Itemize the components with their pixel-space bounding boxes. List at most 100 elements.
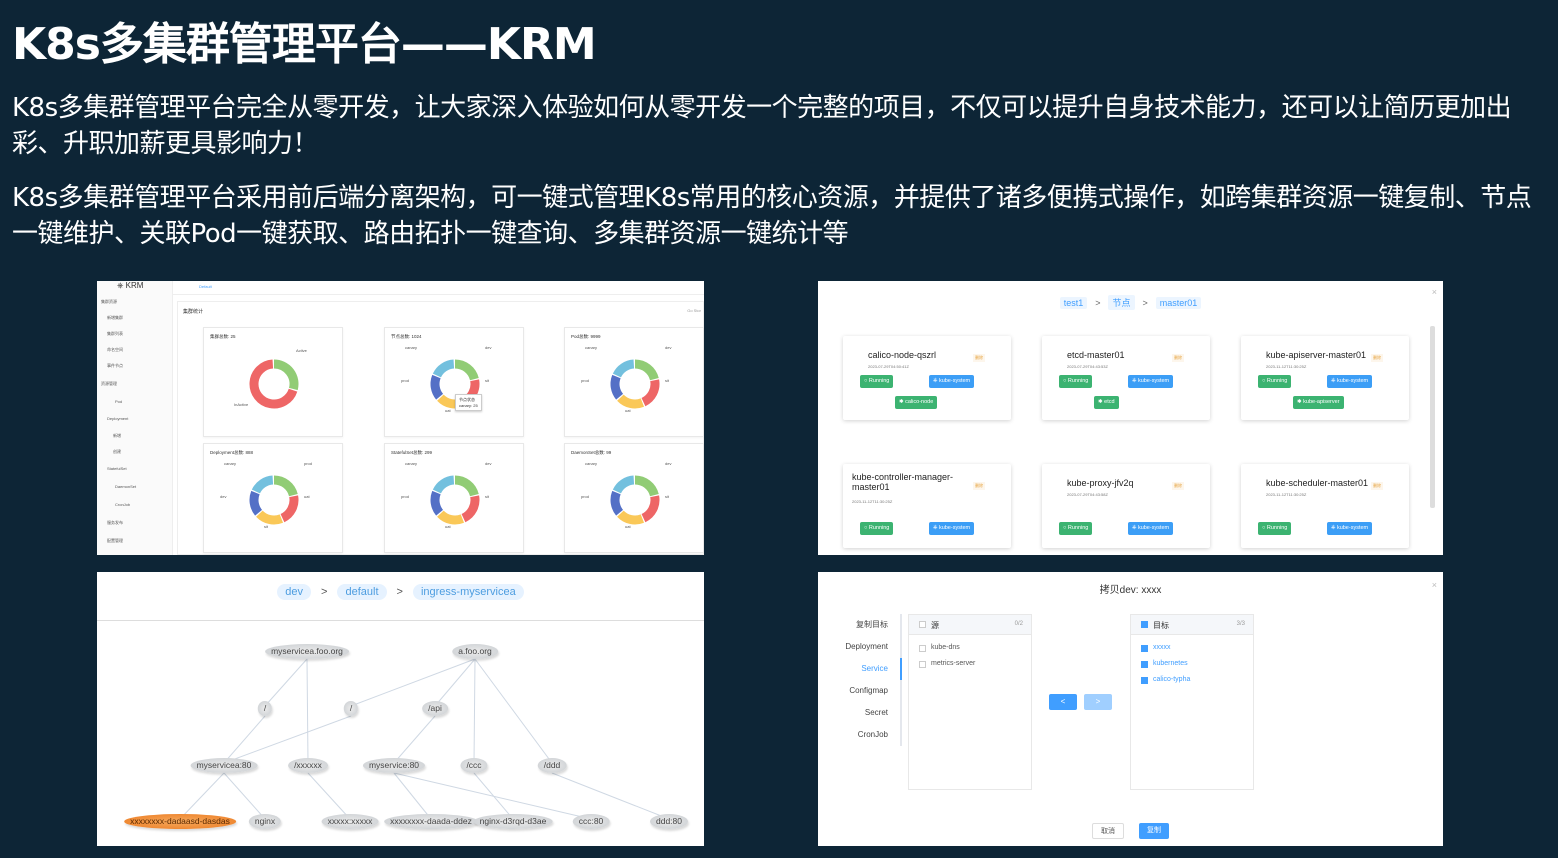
menu-item-cronjob[interactable]: CronJob [818,724,902,746]
topology-node[interactable]: myservicea:80 [190,758,258,773]
chart-label: prod [581,378,590,383]
pod-badge[interactable]: 删除 [973,482,985,490]
status-tag[interactable]: ○ Running [1059,522,1093,535]
close-icon[interactable]: × [1432,580,1437,590]
topology-node[interactable]: nginx-d3rqd-d3ae [473,814,553,829]
pod-card[interactable]: etcd-master01 2023-07-29T04:43:53Z 删除 ○ Run… [1042,336,1210,420]
topology-node[interactable]: ddd:80 [650,814,688,829]
pod-badge[interactable]: 删除 [1172,482,1184,490]
scrollbar[interactable] [1430,326,1435,508]
move-left-button[interactable]: < [1049,694,1077,710]
close-icon[interactable]: × [1432,287,1437,297]
pod-card[interactable]: calico-node-qszrl 2023-07-29T04:50:41Z 删除 ○… [843,336,1011,420]
topology-node[interactable]: /ddd [537,758,567,773]
sidebar-item[interactable]: 新增 [113,433,121,439]
namespace-tag[interactable]: ⎈ kube-system [1327,375,1373,388]
sidebar-item[interactable]: 命名空间 [107,347,123,353]
label-tag[interactable]: ✱ kube-apiserver [1293,396,1344,409]
sidebar-item[interactable]: 配置管理 [107,538,123,544]
label-tag[interactable]: ✱ calico-node [895,396,938,409]
topology-node[interactable]: xxxxx:xxxxx [321,814,379,829]
pod-badge[interactable]: 删除 [1371,354,1383,362]
topology-node[interactable]: /ccc [460,758,488,773]
donut-segment [610,490,624,516]
node-pods-screenshot: test1 > 节点 > master01 × calico-node-qszrl 202… [818,281,1443,555]
source-select-all-checkbox[interactable] [919,621,926,628]
source-item[interactable]: kube-dns [931,644,960,651]
pod-badge[interactable]: 删除 [1172,354,1184,362]
topology-node[interactable]: myservicea.foo.org [265,644,349,659]
topology-edge [393,772,592,820]
namespace-tag[interactable]: ⎈ kube-system [929,375,975,388]
item-checkbox[interactable] [919,645,926,652]
sidebar-item[interactable]: 集群资源 [101,299,117,305]
item-checkbox[interactable] [919,661,926,668]
pod-card[interactable]: kube-controller-manager-master01 2023-11-… [843,464,1011,548]
sidebar-item[interactable]: 事件节点 [107,363,123,369]
menu-item-configmap[interactable]: Configmap [818,680,902,702]
sidebar-item[interactable]: 新增集群 [107,315,123,321]
topology-edge [393,715,436,764]
item-checkbox[interactable] [1141,677,1148,684]
source-count: 0/2 [1014,621,1023,627]
donut-segment [612,359,635,378]
sidebar-item[interactable]: StatefulSet [107,466,127,471]
namespace-tag[interactable]: ⎈ kube-system [1327,522,1373,535]
item-checkbox[interactable] [1141,661,1148,668]
menu-item-secret[interactable]: Secret [818,702,902,724]
sidebar-item[interactable]: Pod [115,399,122,404]
topology-node[interactable]: myservice:80 [362,758,426,773]
topology-screenshot: dev > default > ingress-myservicea myservice… [97,572,704,846]
target-item[interactable]: kubernetes [1153,660,1188,667]
crumb-cluster[interactable]: test1 [1059,297,1088,309]
topology-edge [223,715,352,764]
sidebar-item[interactable]: 创建 [113,449,121,455]
topology-node[interactable]: xxxxxxxx-daada-ddez [384,814,478,829]
status-tag[interactable]: ○ Running [1258,375,1292,388]
sidebar-item[interactable]: Deployment [107,416,128,421]
pod-card[interactable]: kube-scheduler-master01 2023-11-12T11:30:… [1241,464,1409,548]
topology-node[interactable]: /xxxxxx [288,758,328,773]
topology-node[interactable]: /api [422,701,448,716]
status-tag[interactable]: ○ Running [860,375,894,388]
pod-card[interactable]: kube-proxy-jfv2q 2023-07-29T04:43:58Z 删除 ○ … [1042,464,1210,548]
stats-header-right[interactable]: Go Stor [687,308,701,313]
crumb-node[interactable]: master01 [1155,297,1202,309]
topology-node[interactable]: nginx [248,814,282,829]
pod-badge[interactable]: 删除 [1371,482,1383,490]
label-tag[interactable]: ✱ etcd [1094,396,1119,409]
target-select-all-checkbox[interactable] [1141,621,1148,628]
namespace-tag[interactable]: ⎈ kube-system [929,522,975,535]
topology-node[interactable]: xxxxxxxx-dadaasd-dasdas [124,814,236,829]
menu-item-service[interactable]: Service [818,658,902,680]
breadcrumb: test1 > 节点 > master01 [818,295,1443,310]
sidebar-item[interactable]: 集群列表 [107,331,123,337]
namespace-tag[interactable]: ⎈ kube-system [1128,375,1174,388]
source-item[interactable]: metrics-server [931,660,975,667]
donut-chart [249,475,299,525]
donut-segment [432,359,455,378]
chart-label: uat [625,408,631,413]
target-item[interactable]: calico-typha [1153,676,1190,683]
item-checkbox[interactable] [1141,645,1148,652]
target-item[interactable]: xxxxx [1153,644,1171,651]
pod-badge[interactable]: 删除 [973,354,985,362]
sidebar-item[interactable]: 资源管理 [101,381,117,387]
sidebar-item[interactable]: CronJob [115,502,130,507]
tab-default[interactable]: Default [199,284,212,289]
status-tag[interactable]: ○ Running [1059,375,1093,388]
topology-node[interactable]: ccc:80 [572,814,610,829]
cancel-button[interactable]: 取消 [1092,823,1124,839]
crumb-nodes[interactable]: 节点 [1108,295,1135,310]
menu-item-deployment[interactable]: Deployment [818,636,902,658]
status-tag[interactable]: ○ Running [860,522,894,535]
namespace-tag[interactable]: ⎈ kube-system [1128,522,1174,535]
status-tag[interactable]: ○ Running [1258,522,1292,535]
sidebar-item[interactable]: DaemonSet [115,484,136,489]
sidebar-item[interactable]: 服务发布 [107,520,123,526]
chart-label: InActive [234,402,249,407]
copy-button[interactable]: 复制 [1139,823,1169,839]
move-right-button[interactable]: > [1084,694,1112,710]
pod-card[interactable]: kube-apiserver-master01 2023-11-12T11:30:… [1241,336,1409,420]
topology-node[interactable]: a.foo.org [452,644,498,659]
